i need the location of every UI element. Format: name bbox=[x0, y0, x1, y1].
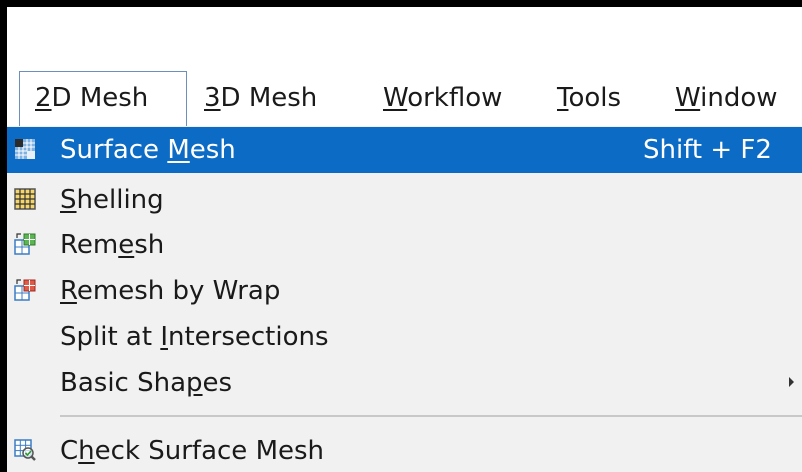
check-surface-mesh-icon bbox=[14, 439, 36, 461]
remesh-icon bbox=[14, 233, 36, 255]
menu-bar: 2D Mesh 3D Mesh Workflow Tools Window bbox=[7, 71, 802, 126]
menu-workflow-accesskey: W bbox=[383, 83, 408, 113]
menu-3d-mesh[interactable]: 3D Mesh bbox=[204, 71, 317, 126]
menu-item-basic-shapes-label: Basic Shapes bbox=[60, 368, 233, 398]
screenshot-frame: 2D Mesh 3D Mesh Workflow Tools Window Su… bbox=[0, 0, 802, 472]
window-border-top bbox=[0, 0, 802, 7]
menu-tools-accesskey: T bbox=[557, 83, 569, 113]
window-border-left bbox=[0, 0, 7, 472]
submenu-arrow-icon bbox=[789, 377, 794, 387]
menu-item-surface-mesh[interactable]: Surface Mesh Shift + F2 bbox=[7, 127, 802, 173]
menu-item-basic-shapes[interactable]: Basic Shapes bbox=[7, 360, 802, 406]
menu-3d-mesh-accesskey: 3 bbox=[204, 83, 221, 113]
surface-mesh-icon bbox=[15, 139, 35, 159]
menu-separator bbox=[60, 415, 802, 417]
menu-tools-label: ools bbox=[568, 83, 622, 113]
menu-tools[interactable]: Tools bbox=[557, 71, 621, 126]
menu-item-remesh-by-wrap[interactable]: Remesh by Wrap bbox=[7, 268, 802, 314]
menu-item-surface-mesh-label: Surface Mesh bbox=[60, 135, 236, 165]
dropdown-2d-mesh: Surface Mesh Shift + F2 Shelling Remesh … bbox=[7, 126, 802, 472]
menu-2d-mesh-accesskey: 2 bbox=[35, 83, 52, 113]
menu-item-remesh-label: Remesh bbox=[60, 230, 165, 260]
menu-item-shelling-label: Shelling bbox=[60, 185, 164, 215]
menu-item-check-surface-mesh[interactable]: Check Surface Mesh bbox=[7, 428, 802, 472]
menu-item-split-at-intersections[interactable]: Split at Intersections bbox=[7, 314, 802, 360]
menu-item-remesh-by-wrap-label: Remesh by Wrap bbox=[60, 276, 281, 306]
title-area bbox=[7, 7, 802, 71]
menu-window-label: indow bbox=[700, 83, 778, 113]
menu-window[interactable]: Window bbox=[675, 71, 778, 126]
menu-workflow-label: orkflow bbox=[407, 83, 503, 113]
shelling-icon bbox=[14, 188, 36, 210]
remesh-by-wrap-icon bbox=[14, 279, 36, 301]
menu-item-remesh[interactable]: Remesh bbox=[7, 222, 802, 268]
menu-item-split-at-intersections-label: Split at Intersections bbox=[60, 322, 329, 352]
menu-window-accesskey: W bbox=[675, 83, 701, 113]
menu-item-shelling[interactable]: Shelling bbox=[7, 177, 802, 223]
menu-item-check-surface-mesh-label: Check Surface Mesh bbox=[60, 436, 325, 466]
menu-2d-mesh[interactable]: 2D Mesh bbox=[19, 71, 187, 126]
menu-2d-mesh-label: D Mesh bbox=[51, 83, 149, 113]
menu-3d-mesh-label: D Mesh bbox=[220, 83, 318, 113]
shortcut-text: Shift + F2 bbox=[643, 135, 772, 165]
menu-workflow[interactable]: Workflow bbox=[383, 71, 502, 126]
